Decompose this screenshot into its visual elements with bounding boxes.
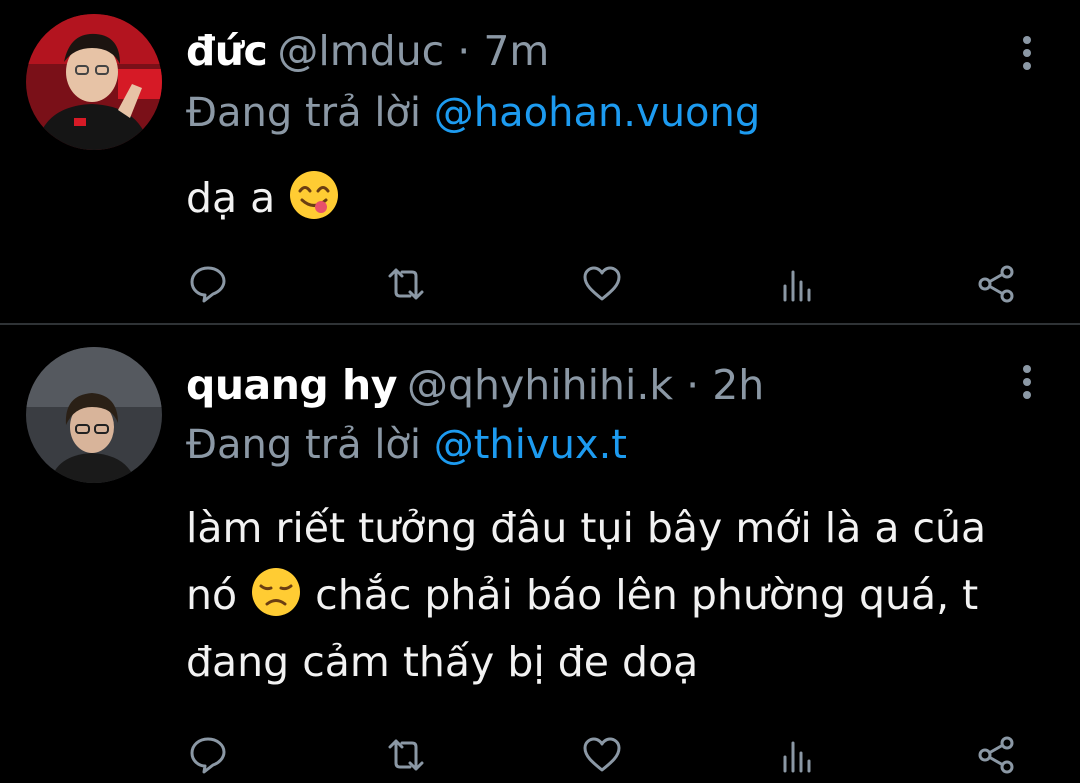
tweet-text-content: dạ a	[186, 174, 276, 222]
reply-icon[interactable]	[186, 262, 230, 306]
more-options-icon[interactable]	[1020, 36, 1034, 75]
analytics-icon[interactable]	[776, 733, 820, 777]
retweet-icon[interactable]	[384, 262, 428, 306]
avatar[interactable]	[26, 347, 162, 483]
share-icon[interactable]	[974, 733, 1018, 777]
tweet-card[interactable]: quang hy @qhyhihihi.k · 2h Đang trả lời @…	[0, 325, 1080, 783]
tweet-actions	[186, 733, 1026, 777]
tweet-header: quang hy @qhyhihihi.k · 2h	[186, 360, 764, 410]
reply-mention-link[interactable]: @thivux.t	[434, 422, 627, 468]
handle-and-time: @qhyhihihi.k · 2h	[406, 361, 765, 409]
tweet-header: đức @lmduc · 7m	[186, 26, 549, 76]
reply-prefix: Đang trả lời	[186, 422, 422, 468]
more-options-icon[interactable]	[1020, 365, 1034, 404]
tweet-text: làm riết tưởng đâu tụi bây mới là a của …	[186, 495, 1026, 696]
face-savoring-food-emoji	[290, 171, 339, 219]
retweet-icon[interactable]	[384, 733, 428, 777]
tweet-card[interactable]: đức @lmduc · 7m Đang trả lời @haohan.vuon…	[0, 0, 1080, 324]
display-name[interactable]: đức	[186, 27, 268, 75]
share-icon[interactable]	[974, 262, 1018, 306]
handle-and-time: @lmduc · 7m	[277, 27, 550, 75]
avatar-image	[26, 14, 162, 150]
disappointed-face-emoji	[252, 568, 301, 616]
like-icon[interactable]	[580, 733, 624, 777]
replying-to: Đang trả lời @haohan.vuong	[186, 88, 760, 138]
analytics-icon[interactable]	[776, 262, 820, 306]
reply-prefix: Đang trả lời	[186, 90, 422, 136]
tweet-text: dạ a	[186, 165, 1026, 232]
tweet-actions	[186, 262, 1026, 306]
reply-mention-link[interactable]: @haohan.vuong	[434, 90, 761, 136]
tweet-text-part-2: chắc phải báo lên phường quá, t đang cảm…	[186, 571, 979, 686]
replying-to: Đang trả lời @thivux.t	[186, 420, 627, 470]
reply-icon[interactable]	[186, 733, 230, 777]
avatar-image	[26, 347, 162, 483]
like-icon[interactable]	[580, 262, 624, 306]
display-name[interactable]: quang hy	[186, 361, 397, 409]
avatar[interactable]	[26, 14, 162, 150]
